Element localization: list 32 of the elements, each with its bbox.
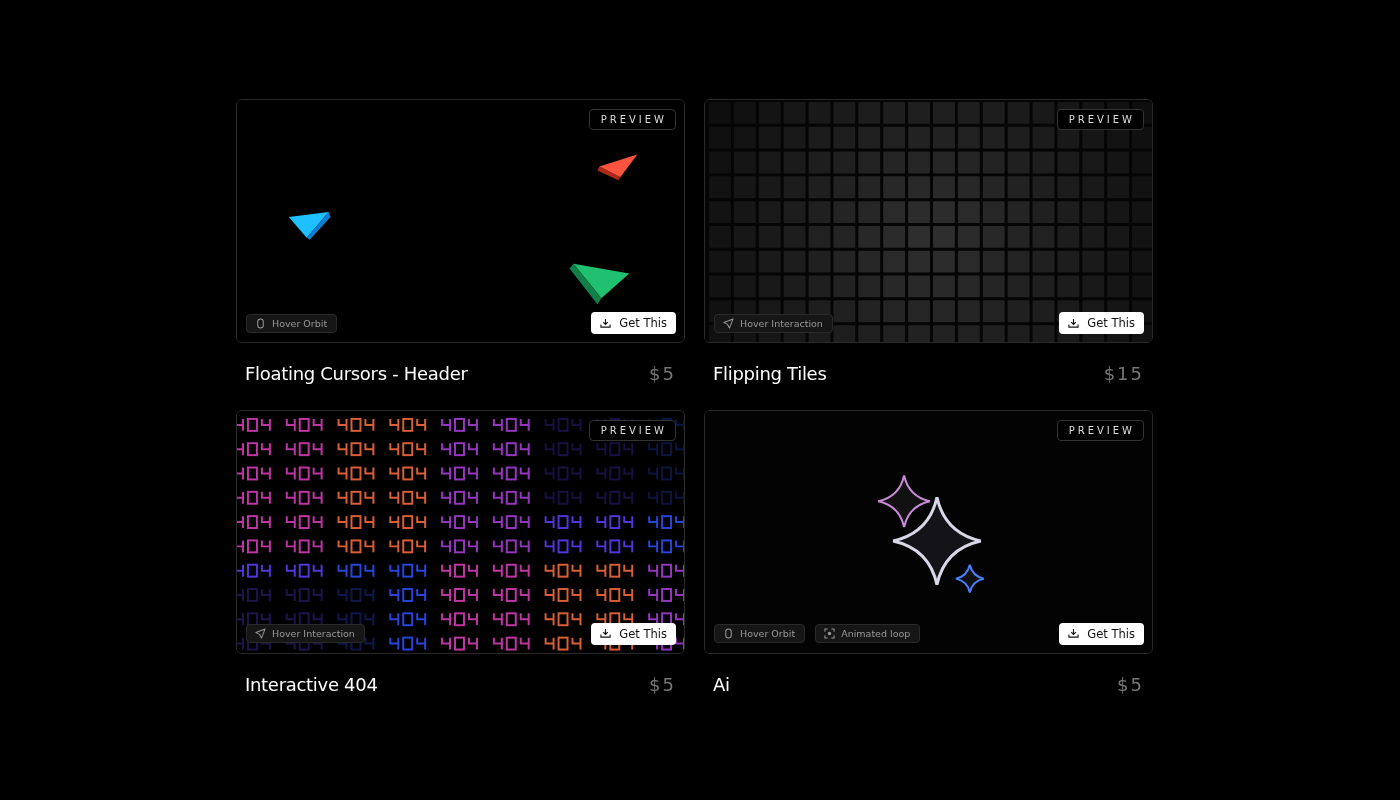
preview-badge: PREVIEW bbox=[588, 109, 676, 130]
product-price: $15 bbox=[1103, 363, 1144, 384]
download-icon bbox=[600, 628, 612, 639]
product-title[interactable]: Flipping Tiles bbox=[713, 363, 827, 384]
mouse-icon bbox=[723, 628, 734, 639]
product-title[interactable]: Ai bbox=[713, 673, 730, 695]
tag-label: Animated loop bbox=[841, 628, 911, 639]
preview-card[interactable]: PREVIEW Hover Interaction Get This bbox=[236, 409, 685, 654]
tag-label: Hover Orbit bbox=[740, 628, 796, 639]
focus-icon bbox=[824, 628, 836, 639]
product-price: $5 bbox=[649, 363, 676, 384]
get-this-button[interactable]: Get This bbox=[591, 312, 676, 334]
tag-label: Hover Interaction bbox=[740, 317, 823, 329]
get-this-button[interactable]: Get This bbox=[1059, 622, 1144, 645]
cursor-icon bbox=[723, 317, 734, 329]
preview-card[interactable]: PREVIEW Hover Orbit Get This bbox=[236, 99, 685, 343]
product-price: $5 bbox=[649, 673, 676, 695]
product-title[interactable]: Floating Cursors - Header bbox=[245, 363, 468, 384]
download-icon bbox=[600, 317, 612, 329]
download-icon bbox=[1068, 628, 1080, 639]
get-this-button[interactable]: Get This bbox=[591, 622, 676, 645]
cursor-icon bbox=[255, 628, 266, 639]
download-icon bbox=[1068, 317, 1080, 329]
preview-badge: PREVIEW bbox=[1056, 109, 1144, 130]
get-this-button[interactable]: Get This bbox=[1059, 312, 1144, 334]
mouse-icon bbox=[255, 317, 266, 329]
preview-card[interactable]: PREVIEW Hover Interaction Get This bbox=[704, 99, 1153, 343]
preview-card[interactable]: PREVIEW Hover Orbit Animated loop Get This bbox=[704, 409, 1153, 654]
tag-label: Hover Interaction bbox=[272, 628, 355, 639]
product-price: $5 bbox=[1117, 673, 1144, 695]
product-title[interactable]: Interactive 404 bbox=[245, 673, 378, 695]
tag-label: Hover Orbit bbox=[272, 317, 328, 329]
